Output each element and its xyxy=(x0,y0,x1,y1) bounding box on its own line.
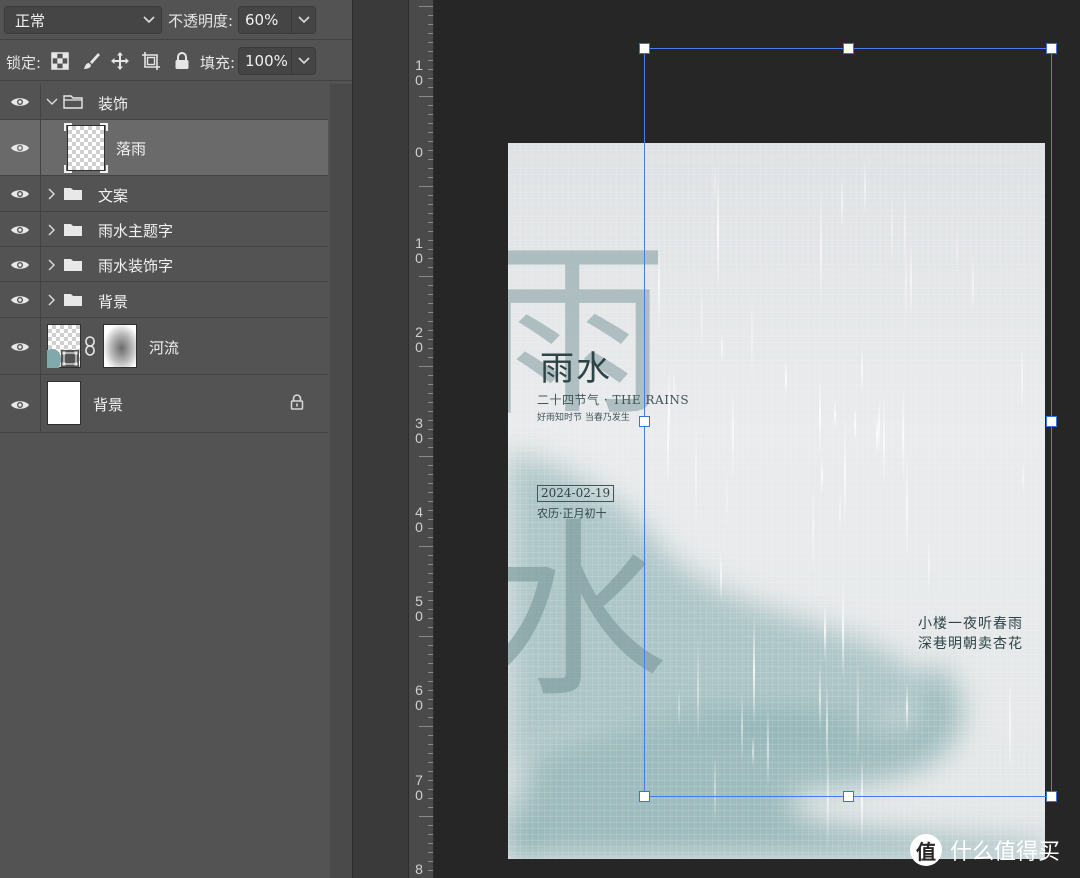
ruler-label: 10 xyxy=(415,57,423,88)
panel-gutter xyxy=(352,0,408,878)
lock-position-icon[interactable] xyxy=(109,51,131,71)
watermark-logo: 值 xyxy=(910,834,942,866)
layer-name: 背景 xyxy=(93,396,124,414)
chevron-down-icon[interactable] xyxy=(291,48,315,74)
layer-background[interactable]: 背景 xyxy=(0,375,328,433)
layer-name: 文案 xyxy=(98,187,129,205)
transform-handle-bottom-right[interactable] xyxy=(1046,791,1057,802)
poster-tagline: 好雨知时节 当春乃发生 xyxy=(537,413,630,423)
link-chain-icon[interactable] xyxy=(84,336,96,360)
chevron-right-icon[interactable] xyxy=(46,188,58,200)
layer-group-copy[interactable]: 文案 xyxy=(0,176,328,212)
lock-all-icon[interactable] xyxy=(171,51,193,71)
chevron-right-icon[interactable] xyxy=(46,259,58,271)
ruler-label: 10 xyxy=(415,235,423,266)
blend-mode-dropdown[interactable]: 正常 xyxy=(4,6,162,34)
ruler-label: 60 xyxy=(415,682,423,713)
poem-line-1: 小楼一夜听春雨 xyxy=(918,616,1023,632)
layer-name: 装饰 xyxy=(98,95,129,113)
layer-mask-thumbnail[interactable] xyxy=(103,324,137,368)
chevron-down-icon[interactable] xyxy=(291,7,315,33)
fill-value: 100% xyxy=(245,52,288,70)
transform-handle-top-left[interactable] xyxy=(639,43,650,54)
lock-label: 锁定: xyxy=(6,54,42,72)
watermark-text: 什么值得买 xyxy=(950,840,1061,865)
eye-icon[interactable] xyxy=(10,223,30,237)
blend-mode-value: 正常 xyxy=(15,11,46,30)
transform-handle-left[interactable] xyxy=(639,416,650,427)
eye-icon[interactable] xyxy=(10,187,30,201)
opacity-field[interactable]: 60% xyxy=(238,6,316,34)
decorative-char-shui: 水 xyxy=(508,502,669,723)
layer-group-deco-title[interactable]: 雨水装饰字 xyxy=(0,247,328,282)
lock-image-pixels-icon[interactable] xyxy=(80,51,102,71)
eye-icon[interactable] xyxy=(10,141,30,155)
lock-artboard-icon[interactable] xyxy=(140,51,162,71)
layer-name: 雨水主题字 xyxy=(98,222,174,240)
layer-name: 落雨 xyxy=(116,140,147,158)
layer-rain[interactable]: 落雨 xyxy=(0,120,328,176)
poster-lunar-date: 农历·正月初十 xyxy=(537,507,607,520)
ruler-label: 8 xyxy=(415,861,423,877)
ruler-label: 30 xyxy=(415,415,423,446)
ruler-label: 50 xyxy=(415,593,423,624)
layer-name: 河流 xyxy=(149,339,180,357)
poem-line-2: 深巷明朝卖杏花 xyxy=(918,636,1023,652)
opacity-value: 60% xyxy=(245,11,279,29)
poster-date: 2024-02-19 xyxy=(537,485,615,502)
blend-row: 正常 不透明度: 60% xyxy=(0,0,352,40)
chevron-down-icon xyxy=(137,7,161,33)
folder-icon xyxy=(63,258,83,272)
ruler-label: 40 xyxy=(415,504,423,535)
transform-handle-top[interactable] xyxy=(843,43,854,54)
vertical-ruler[interactable]: 10 0 10 20 30 40 50 60 70 8 xyxy=(408,0,434,878)
ruler-label: 20 xyxy=(415,324,423,355)
layer-group-decoration[interactable]: 装饰 xyxy=(0,84,328,120)
folder-icon xyxy=(63,223,83,237)
chevron-down-icon[interactable] xyxy=(46,96,58,108)
folder-icon xyxy=(63,293,83,307)
transform-handle-right[interactable] xyxy=(1046,416,1057,427)
watermark: 值 什么值得买 xyxy=(910,834,1060,866)
layers-scrollbar[interactable] xyxy=(330,84,352,878)
eye-icon[interactable] xyxy=(10,340,30,354)
opacity-label: 不透明度: xyxy=(168,12,234,30)
folder-icon xyxy=(63,187,83,201)
selection-bracket-icon xyxy=(64,123,108,173)
eye-icon[interactable] xyxy=(10,258,30,272)
ruler-label: 70 xyxy=(415,772,423,803)
eye-icon[interactable] xyxy=(10,95,30,109)
transform-handle-bottom-left[interactable] xyxy=(639,791,650,802)
chevron-right-icon[interactable] xyxy=(46,224,58,236)
poster-subtitle: 二十四节气 · THE RAINS xyxy=(537,393,690,407)
layer-group-background[interactable]: 背景 xyxy=(0,282,328,318)
layer-name: 雨水装饰字 xyxy=(98,257,174,275)
poster-title: 雨水 xyxy=(540,349,612,389)
lock-transparent-pixels-icon[interactable] xyxy=(49,51,71,71)
chevron-right-icon[interactable] xyxy=(46,294,58,306)
poster-artboard[interactable]: 雨 水 雨水 二十四节气 · THE RAINS 好雨知时节 当春乃发生 202… xyxy=(508,143,1045,859)
folder-icon xyxy=(63,95,83,109)
fill-label: 填充: xyxy=(200,54,236,72)
eye-icon[interactable] xyxy=(10,398,30,412)
layers-panel: 正常 不透明度: 60% 锁定: 填充: 100% 装饰 落雨 文案 雨水主题字… xyxy=(0,0,352,878)
transform-handle-top-right[interactable] xyxy=(1046,43,1057,54)
ruler-label: 0 xyxy=(415,144,423,160)
lock-icon[interactable] xyxy=(290,394,304,414)
layer-river[interactable]: 河流 xyxy=(0,318,328,375)
river-thumbnail-icon xyxy=(47,348,79,368)
transform-handle-bottom[interactable] xyxy=(843,791,854,802)
layer-name: 背景 xyxy=(98,293,129,311)
layer-thumbnail xyxy=(47,381,81,425)
eye-icon[interactable] xyxy=(10,293,30,307)
layer-group-main-title[interactable]: 雨水主题字 xyxy=(0,212,328,247)
fill-field[interactable]: 100% xyxy=(238,47,316,75)
